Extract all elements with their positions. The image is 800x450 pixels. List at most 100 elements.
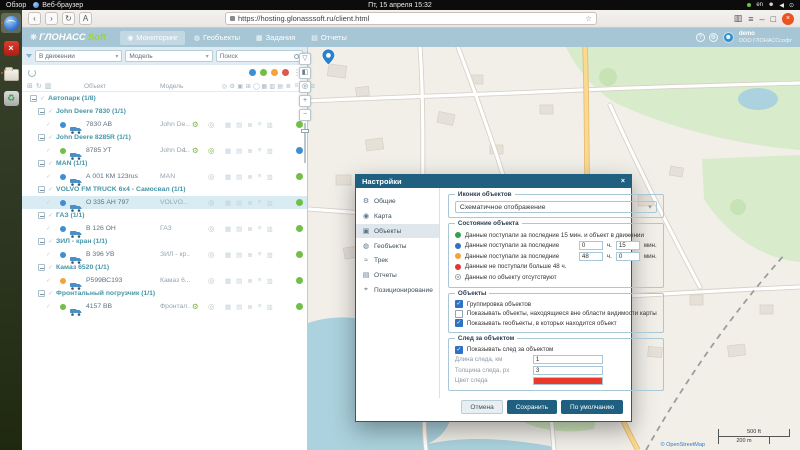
activities-button[interactable]: Обзор <box>6 2 26 9</box>
header-tool-icon-2[interactable]: ▥ <box>45 82 52 90</box>
group-row[interactable]: ✓Автопарк (1/8) <box>22 92 307 105</box>
group-checkbox[interactable]: ✓ <box>48 186 53 193</box>
row-checkbox[interactable]: ✓ <box>46 251 51 258</box>
group-checkbox[interactable]: ✓ <box>48 108 53 115</box>
checkbox[interactable]: ✓ <box>455 346 463 354</box>
hours-input[interactable] <box>579 252 603 261</box>
map-filter-button[interactable]: ▽ <box>299 53 311 65</box>
volume-icon[interactable]: ◀ <box>779 2 784 9</box>
status-dot-offline[interactable] <box>282 69 289 76</box>
dock-item-red-app[interactable] <box>1 38 21 58</box>
hours-input[interactable] <box>579 241 603 250</box>
camera-column-icon[interactable]: ▣ <box>237 83 244 90</box>
user-icon[interactable]: ☻ <box>768 2 774 8</box>
focused-app-menu[interactable]: Веб-браузер <box>33 2 83 9</box>
driver-column-icon[interactable]: ▥ <box>269 83 276 90</box>
vehicle-row[interactable]: ✓4157 ВВФронтал...⚙◎▦▤≣≡▥ <box>22 300 307 313</box>
trail-color-swatch[interactable] <box>533 377 603 385</box>
avatar[interactable]: ☻ <box>723 32 734 43</box>
vehicle-row[interactable]: ✓Р599ВС193Камаз 6...◎▦▤≣≡▥ <box>22 274 307 287</box>
dialog-title-bar[interactable]: Настройки × <box>356 175 631 188</box>
maintenance-icon[interactable]: ⚙ <box>192 146 199 155</box>
bookmark-star-icon[interactable]: ☆ <box>585 14 592 23</box>
back-button[interactable]: ‹ <box>28 12 41 25</box>
focus-on-map-icon[interactable]: ◎ <box>208 120 215 129</box>
settings-tab-map[interactable]: ◉Карта <box>356 209 439 223</box>
power-icon[interactable]: ⊙ <box>789 2 794 9</box>
maintenance-column-icon[interactable]: ⚙ <box>229 83 236 90</box>
group-checkbox[interactable]: ✓ <box>40 95 45 102</box>
map-zoom-out-button[interactable]: − <box>299 109 311 121</box>
group-row[interactable]: ✓ЗИЛ - кран (1/1) <box>22 235 307 248</box>
map-zoom-in-button[interactable]: + <box>299 95 311 107</box>
group-row[interactable]: ✓VOLVO FM TRUCK 6x4 - Самосвал (1/1) <box>22 183 307 196</box>
status-dot-online[interactable] <box>260 69 267 76</box>
default-button[interactable]: По умолчанию <box>561 400 623 414</box>
map-layers-button[interactable]: ◧ <box>299 67 311 79</box>
settings-icon[interactable]: ⚙ <box>709 33 718 42</box>
keyboard-layout-indicator[interactable]: en <box>756 2 763 8</box>
expander-icon[interactable] <box>38 290 45 297</box>
user-info[interactable]: demo ООО ГЛОНАССсофт <box>739 31 792 44</box>
reader-mode-button[interactable]: А <box>79 12 92 25</box>
close-window-button[interactable]: × <box>782 13 794 25</box>
minutes-input[interactable] <box>616 252 640 261</box>
app-logo[interactable]: ❋ ГЛОНАССSoft <box>30 32 106 43</box>
group-checkbox[interactable]: ✓ <box>48 238 53 245</box>
minutes-input[interactable] <box>616 241 640 250</box>
group-row[interactable]: ✓John Deere 8285R (1/1) <box>22 131 307 144</box>
vehicle-row[interactable]: ✓О 335 АН 797VOLVO...◎▦▤≣≡▥ <box>22 196 307 209</box>
row-checkbox[interactable]: ✓ <box>46 173 51 180</box>
focus-on-map-icon[interactable]: ◎ <box>208 146 215 155</box>
group-checkbox[interactable]: ✓ <box>48 134 53 141</box>
forward-button[interactable]: › <box>45 12 58 25</box>
vehicle-row[interactable]: ✓В 126 ОНГАЗ◎▦▤≣≡▥ <box>22 222 307 235</box>
row-checkbox[interactable]: ✓ <box>46 121 51 128</box>
model-filter-select[interactable]: Модель ▾ <box>125 50 212 62</box>
focus-column-icon[interactable]: ◎ <box>221 83 228 90</box>
icon-style-select[interactable]: Схематичное отображение ▾ <box>455 201 657 213</box>
settings-tab-reports[interactable]: ▤Отчеты <box>356 268 439 282</box>
group-row[interactable]: ✓Фронтальный погрузчик (1/1) <box>22 287 307 300</box>
clock[interactable]: Пт, 15 апреля 15:32 <box>368 2 432 9</box>
map-attribution-link[interactable]: © OpenStreetMap <box>661 442 705 448</box>
trail-field-input[interactable] <box>533 366 603 375</box>
status-dot-moving[interactable] <box>249 69 256 76</box>
route-column-icon[interactable]: ⊞ <box>245 83 252 90</box>
object-column-label[interactable]: Объект <box>84 83 106 90</box>
checkbox[interactable] <box>455 310 463 318</box>
library-icon[interactable]: ▥ <box>734 13 743 24</box>
row-checkbox[interactable]: ✓ <box>46 225 51 232</box>
vehicle-row[interactable]: ✓8785 УТJohn De...1⚙◎▦▤≣≡▥ <box>22 144 307 157</box>
slider-handle[interactable] <box>301 129 309 133</box>
menu-icon[interactable]: ≡ <box>748 14 753 24</box>
vehicle-row[interactable]: ✓7830 АВJohn De...⚙◎▦▤≣≡▥ <box>22 118 307 131</box>
focus-on-map-icon[interactable]: ◎ <box>208 302 215 311</box>
focus-on-map-icon[interactable]: ◎ <box>208 172 215 181</box>
expander-icon[interactable] <box>38 186 45 193</box>
reload-button[interactable]: ↻ <box>62 12 75 25</box>
checkbox[interactable]: ✓ <box>455 300 463 308</box>
maintenance-icon[interactable]: ⚙ <box>192 120 199 129</box>
expander-icon[interactable] <box>38 134 45 141</box>
checkbox[interactable]: ✓ <box>455 319 463 327</box>
nav-item-tasks[interactable]: ▦Задания <box>249 31 302 45</box>
dock-item-files[interactable] <box>1 63 21 83</box>
group-checkbox[interactable]: ✓ <box>48 160 53 167</box>
expander-icon[interactable] <box>38 238 45 245</box>
clock-column-icon[interactable]: ◯ <box>253 83 260 90</box>
row-checkbox[interactable]: ✓ <box>46 199 51 206</box>
trail-field-input[interactable] <box>533 355 603 364</box>
focus-on-map-icon[interactable]: ◎ <box>208 198 215 207</box>
nav-item-monitoring[interactable]: ◉Мониторинг <box>120 31 185 45</box>
settings-tab-geoobjects[interactable]: ◍Геобъекты <box>356 239 439 253</box>
vehicle-row[interactable]: ✓А 001 КМ 123rusMAN◎▦▤≣≡▥ <box>22 170 307 183</box>
save-button[interactable]: Сохранить <box>507 400 557 414</box>
url-bar[interactable]: https://hosting.glonasssoft.ru/client.ht… <box>225 12 597 25</box>
maximize-button[interactable]: □ <box>771 14 776 24</box>
group-row[interactable]: ✓Камаз 6520 (1/1) <box>22 261 307 274</box>
expander-icon[interactable] <box>38 108 45 115</box>
row-checkbox[interactable]: ✓ <box>46 277 51 284</box>
maintenance-icon[interactable]: ⚙ <box>192 302 199 311</box>
nav-item-reports[interactable]: ▤Отчеты <box>304 31 354 45</box>
